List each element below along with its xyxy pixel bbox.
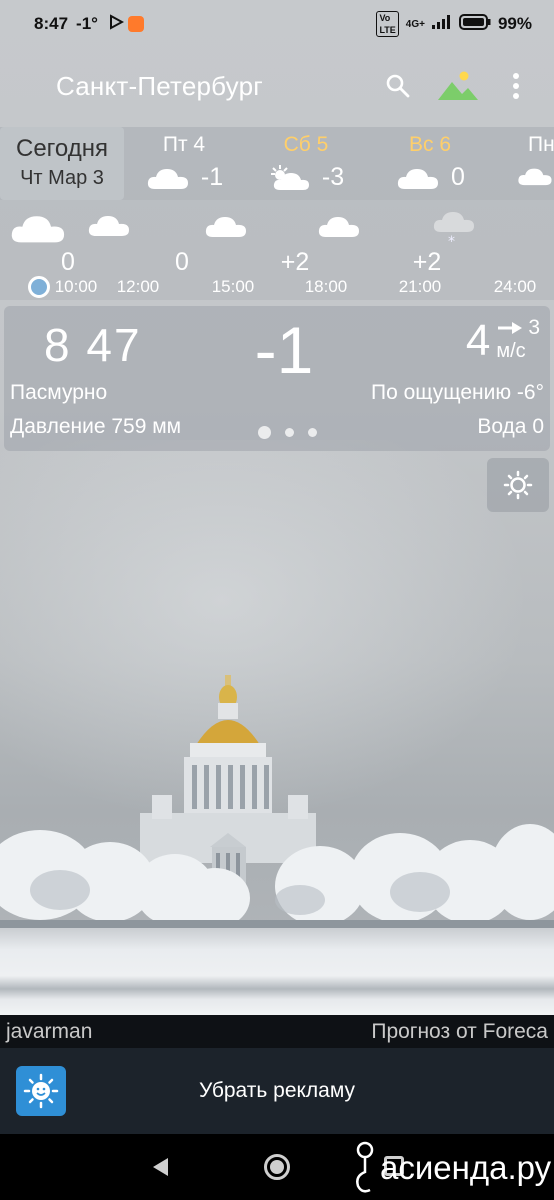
- photo-author[interactable]: javarman: [6, 1020, 92, 1044]
- more-button[interactable]: [492, 62, 540, 110]
- sun-moon-button[interactable]: [487, 458, 549, 512]
- hour-time: 24:00: [493, 277, 537, 296]
- signal-icon: [431, 14, 452, 34]
- day-name: Пт 4: [162, 133, 206, 156]
- hour-time: 10:00: [54, 277, 98, 296]
- day-name: Пн: [528, 133, 554, 156]
- page-indicator: [258, 426, 317, 439]
- hour-temp: +2: [412, 248, 442, 276]
- watermark-logo-icon: [356, 1141, 374, 1193]
- today-label: Сегодня: [16, 135, 108, 162]
- cloud-icon: [205, 217, 246, 237]
- day-name: Вс 6: [408, 133, 452, 156]
- current-time: 8 47: [44, 319, 142, 371]
- battery-level: 99%: [497, 14, 532, 33]
- battery-icon: [458, 13, 491, 35]
- cloud-icon: [88, 216, 129, 236]
- partly-cloudy-icon: [270, 164, 309, 190]
- wind-arrow-icon: [498, 322, 523, 334]
- pressure-text: Давление 759 мм: [10, 415, 182, 438]
- day-name: Сб 5: [283, 133, 329, 156]
- hour-time: 12:00: [116, 277, 160, 296]
- search-button[interactable]: [374, 62, 422, 110]
- status-bar: 8:47 -1° Vo LTE 4G+ 99%: [0, 0, 554, 48]
- wind-speed: 4: [465, 316, 491, 365]
- condition-text: Пасмурно: [10, 381, 108, 404]
- city-title[interactable]: Санкт-Петербург: [56, 71, 374, 102]
- current-conditions-card[interactable]: 8 47 -1 4 3 м/с Пасмурно По ощущению -6°…: [4, 306, 550, 451]
- water-temp-text: Вода 0: [477, 415, 544, 438]
- wind-gust: 3: [528, 316, 540, 339]
- frozen-river: [0, 928, 554, 1015]
- sun-icon: [503, 470, 533, 500]
- feels-like-text: По ощущению -6°: [370, 381, 544, 404]
- day-temp: 0: [451, 163, 465, 191]
- app-logo-icon: [16, 1066, 66, 1116]
- network-label: 4G+: [405, 18, 425, 30]
- remove-ads-button[interactable]: Убрать рекламу: [66, 1079, 488, 1103]
- hourly-forecast[interactable]: * 0 0 +2 +2 10:00 12:00 15:00 18:00 21:0…: [0, 200, 554, 300]
- volte-icon: Vo LTE: [376, 11, 399, 37]
- hour-time: 21:00: [398, 277, 442, 296]
- today-date: Чт Мар 3: [20, 167, 104, 189]
- cloud-icon: [518, 168, 552, 186]
- play-icon: [108, 13, 125, 35]
- wind-unit: м/с: [496, 340, 526, 362]
- cloud-icon: [11, 216, 65, 243]
- day-item[interactable]: Пн: [494, 127, 554, 200]
- cloud-icon: [147, 168, 188, 189]
- watermark: асиенда.ру: [350, 1140, 551, 1196]
- watermark-text: асиенда.ру: [380, 1149, 552, 1186]
- home-icon[interactable]: [264, 1154, 290, 1180]
- forecast-source[interactable]: Прогноз от Foreca: [371, 1020, 548, 1044]
- page-dot: [308, 428, 317, 437]
- svg-text:*: *: [448, 234, 455, 248]
- hour-temp: 0: [175, 248, 189, 276]
- notification-app-icon: [127, 16, 144, 32]
- daily-forecast-strip: Сегодня Чт Мар 3 Пт 4 -1 Сб 5 -3 Вс 6 0 …: [0, 127, 554, 200]
- day-item[interactable]: Сб 5 -3: [246, 127, 366, 200]
- hour-time: 15:00: [211, 277, 255, 296]
- current-temp: -1: [254, 313, 314, 387]
- cloud-icon: [318, 217, 359, 237]
- wind-info: 4 3 м/с: [466, 316, 540, 366]
- search-icon: [386, 74, 410, 98]
- landscape-icon: [438, 71, 478, 100]
- day-temp: -3: [321, 163, 345, 191]
- day-item[interactable]: Вс 6 0: [370, 127, 490, 200]
- status-time: 8:47: [34, 14, 69, 33]
- back-icon[interactable]: [150, 1156, 170, 1178]
- page-dot-active: [258, 426, 271, 439]
- cloud-icon: [397, 168, 439, 189]
- hour-temp: +2: [280, 248, 310, 276]
- status-temp: -1°: [76, 14, 98, 33]
- snow-cloud-icon: *: [433, 212, 474, 248]
- day-temp: -1: [200, 163, 224, 191]
- background-button[interactable]: [434, 62, 482, 110]
- more-vert-icon: [513, 73, 519, 99]
- snowy-trees: [0, 824, 554, 930]
- ad-bar[interactable]: Убрать рекламу: [0, 1048, 554, 1134]
- page-dot: [285, 428, 294, 437]
- day-today[interactable]: Сегодня Чт Мар 3: [0, 127, 124, 200]
- credits-bar: javarman Прогноз от Foreca: [0, 1015, 554, 1048]
- day-item[interactable]: Пт 4 -1: [124, 127, 244, 200]
- hour-temp: 0: [61, 248, 75, 276]
- app-bar: Санкт-Петербург: [0, 48, 554, 124]
- hour-time: 18:00: [304, 277, 348, 296]
